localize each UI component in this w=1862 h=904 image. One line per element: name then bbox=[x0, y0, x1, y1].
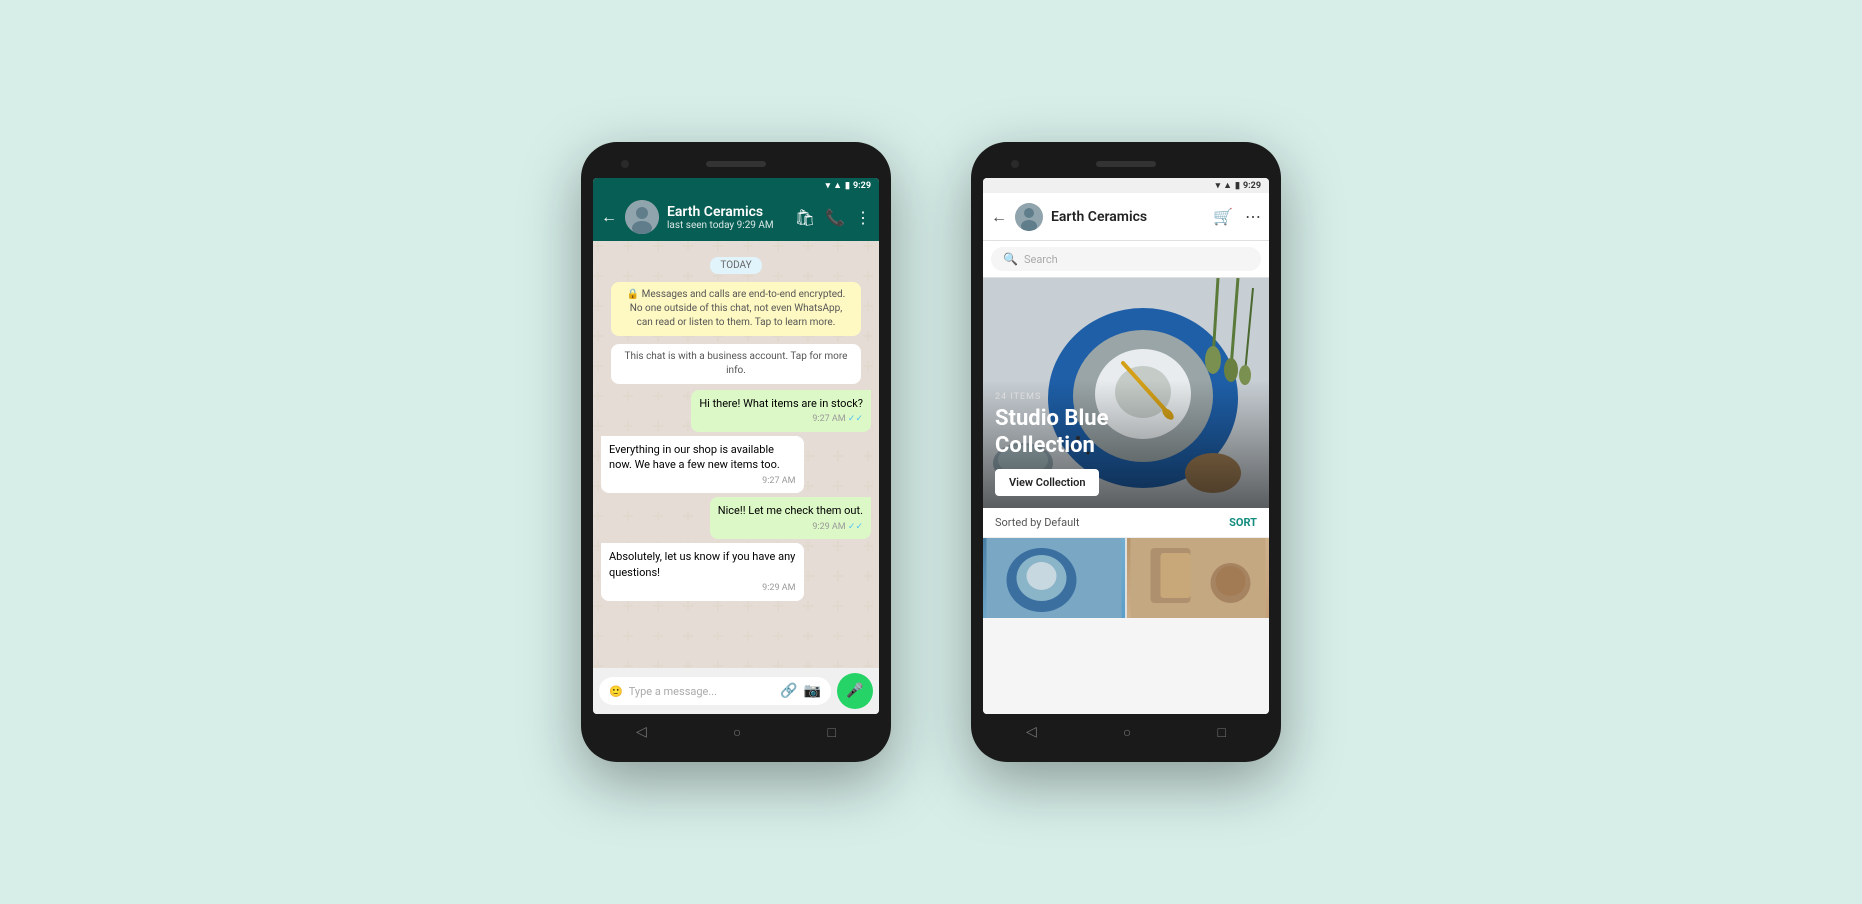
speaker-2 bbox=[1096, 161, 1156, 167]
shop-avatar bbox=[1015, 203, 1043, 231]
msg-sent-1: Hi there! What items are in stock? 9:27 … bbox=[691, 390, 871, 432]
back-button[interactable]: ← bbox=[601, 207, 617, 227]
phone-top-bar-1 bbox=[593, 154, 879, 174]
sort-label: Sorted by Default bbox=[995, 516, 1079, 529]
wifi-icon-2: ▾ bbox=[1216, 181, 1221, 191]
more-icon[interactable]: ⋮ bbox=[855, 208, 871, 227]
phone-nav-1: ◁ ○ □ bbox=[593, 714, 879, 750]
phone-nav-2: ◁ ○ □ bbox=[983, 714, 1269, 750]
battery-icon-2: ▮ bbox=[1235, 181, 1240, 191]
product-card-1[interactable] bbox=[983, 538, 1125, 618]
shop-header: ← Earth Ceramics 🛒 ⋯ bbox=[983, 193, 1269, 241]
attach-icon[interactable]: 🔗 bbox=[780, 683, 797, 699]
wifi-icon: ▾ bbox=[826, 181, 831, 191]
back-nav-icon[interactable]: ◁ bbox=[636, 724, 647, 740]
collection-count: 24 ITEMS bbox=[995, 392, 1257, 402]
input-placeholder: Type a message... bbox=[629, 685, 717, 698]
sort-button[interactable]: SORT bbox=[1229, 516, 1257, 529]
status-icons-2: ▾ ▲ ▮ 9:29 bbox=[1216, 180, 1261, 191]
chat-body: TODAY 🔒 Messages and calls are end-to-en… bbox=[593, 241, 879, 668]
camera-2 bbox=[1011, 160, 1019, 168]
phone-shop: ▾ ▲ ▮ 9:29 ← Earth Ceramics bbox=[971, 142, 1281, 762]
camera-1 bbox=[621, 160, 629, 168]
read-ticks: ✓✓ bbox=[848, 414, 863, 424]
collection-overlay: 24 ITEMS Studio BlueCollection View Coll… bbox=[983, 380, 1269, 508]
search-input[interactable]: 🔍 Search bbox=[991, 247, 1261, 271]
msg-text: Absolutely, let us know if you have any … bbox=[609, 549, 796, 580]
contact-status: last seen today 9:29 AM bbox=[667, 220, 787, 231]
chat-screen: ▾ ▲ ▮ 9:29 ← Earth Ceramics bbox=[593, 178, 879, 714]
view-collection-button[interactable]: View Collection bbox=[995, 469, 1099, 496]
msg-received-2: Absolutely, let us know if you have any … bbox=[601, 543, 804, 600]
mic-button[interactable]: 🎤 bbox=[837, 673, 873, 709]
msg-time-3: 9:29 AM ✓✓ bbox=[718, 521, 863, 534]
home-nav-icon-2[interactable]: ○ bbox=[1123, 724, 1131, 741]
signal-icon: ▲ bbox=[833, 180, 842, 191]
read-ticks-2: ✓✓ bbox=[848, 522, 863, 532]
emoji-icon[interactable]: 🙂 bbox=[609, 685, 623, 698]
phone-chat: ▾ ▲ ▮ 9:29 ← Earth Ceramics bbox=[581, 142, 891, 762]
search-placeholder: Search bbox=[1024, 253, 1058, 266]
msg-time-2: 9:27 AM bbox=[609, 475, 796, 488]
sort-bar: Sorted by Default SORT bbox=[983, 508, 1269, 538]
phone-icon[interactable]: 📞 bbox=[825, 208, 845, 227]
phones-container: ▾ ▲ ▮ 9:29 ← Earth Ceramics bbox=[581, 142, 1281, 762]
search-icon: 🔍 bbox=[1003, 252, 1018, 266]
back-nav-icon-2[interactable]: ◁ bbox=[1026, 724, 1037, 740]
msg-time-4: 9:29 AM bbox=[609, 582, 796, 595]
msg-time-1: 9:27 AM ✓✓ bbox=[699, 413, 863, 426]
collection-title: Studio BlueCollection bbox=[995, 406, 1257, 459]
shop-body: 24 ITEMS Studio BlueCollection View Coll… bbox=[983, 278, 1269, 714]
msg-text: Hi there! What items are in stock? bbox=[699, 396, 863, 411]
camera-icon[interactable]: 📷 bbox=[804, 683, 821, 699]
msg-text: Everything in our shop is available now.… bbox=[609, 442, 796, 473]
shop-more-icon[interactable]: ⋯ bbox=[1245, 207, 1261, 226]
products-grid bbox=[983, 538, 1269, 618]
time-display-2: 9:29 bbox=[1243, 181, 1261, 191]
cart-icon[interactable]: 🛒 bbox=[1213, 207, 1233, 226]
home-nav-icon[interactable]: ○ bbox=[733, 724, 741, 741]
product-card-2[interactable] bbox=[1127, 538, 1269, 618]
phone-top-bar-2 bbox=[983, 154, 1269, 174]
bag-icon[interactable]: 🛍 bbox=[795, 208, 815, 227]
chat-header-actions: 🛍 📞 ⋮ bbox=[795, 208, 871, 227]
battery-icon: ▮ bbox=[845, 181, 850, 191]
signal-icon-2: ▲ bbox=[1223, 180, 1232, 191]
date-divider: TODAY bbox=[601, 253, 871, 272]
chat-input-bar: 🙂 Type a message... 🔗 📷 🎤 bbox=[593, 668, 879, 714]
chat-header: ← Earth Ceramics last seen today 9:29 AM… bbox=[593, 193, 879, 241]
search-bar: 🔍 Search bbox=[983, 241, 1269, 278]
recents-nav-icon[interactable]: □ bbox=[827, 724, 835, 741]
contact-avatar bbox=[625, 200, 659, 234]
status-icons-1: ▾ ▲ ▮ 9:29 bbox=[826, 180, 871, 191]
msg-received-1: Everything in our shop is available now.… bbox=[601, 436, 804, 493]
time-display: 9:29 bbox=[853, 181, 871, 191]
shop-header-actions: 🛒 ⋯ bbox=[1213, 207, 1261, 226]
msg-text: Nice!! Let me check them out. bbox=[718, 503, 863, 518]
shop-name: Earth Ceramics bbox=[1051, 209, 1205, 225]
msg-sent-2: Nice!! Let me check them out. 9:29 AM ✓✓ bbox=[710, 497, 871, 539]
collection-banner: 24 ITEMS Studio BlueCollection View Coll… bbox=[983, 278, 1269, 508]
shop-screen: ▾ ▲ ▮ 9:29 ← Earth Ceramics bbox=[983, 178, 1269, 714]
contact-name: Earth Ceramics bbox=[667, 204, 787, 220]
message-input-field[interactable]: 🙂 Type a message... 🔗 📷 bbox=[599, 677, 831, 705]
recents-nav-icon-2[interactable]: □ bbox=[1217, 724, 1225, 741]
shop-back-button[interactable]: ← bbox=[991, 207, 1007, 227]
speaker-1 bbox=[706, 161, 766, 167]
status-bar-1: ▾ ▲ ▮ 9:29 bbox=[593, 178, 879, 193]
business-notice[interactable]: This chat is with a business account. Ta… bbox=[611, 344, 861, 384]
encryption-notice[interactable]: 🔒 Messages and calls are end-to-end encr… bbox=[611, 282, 861, 336]
status-bar-2: ▾ ▲ ▮ 9:29 bbox=[983, 178, 1269, 193]
chat-header-info: Earth Ceramics last seen today 9:29 AM bbox=[667, 204, 787, 231]
